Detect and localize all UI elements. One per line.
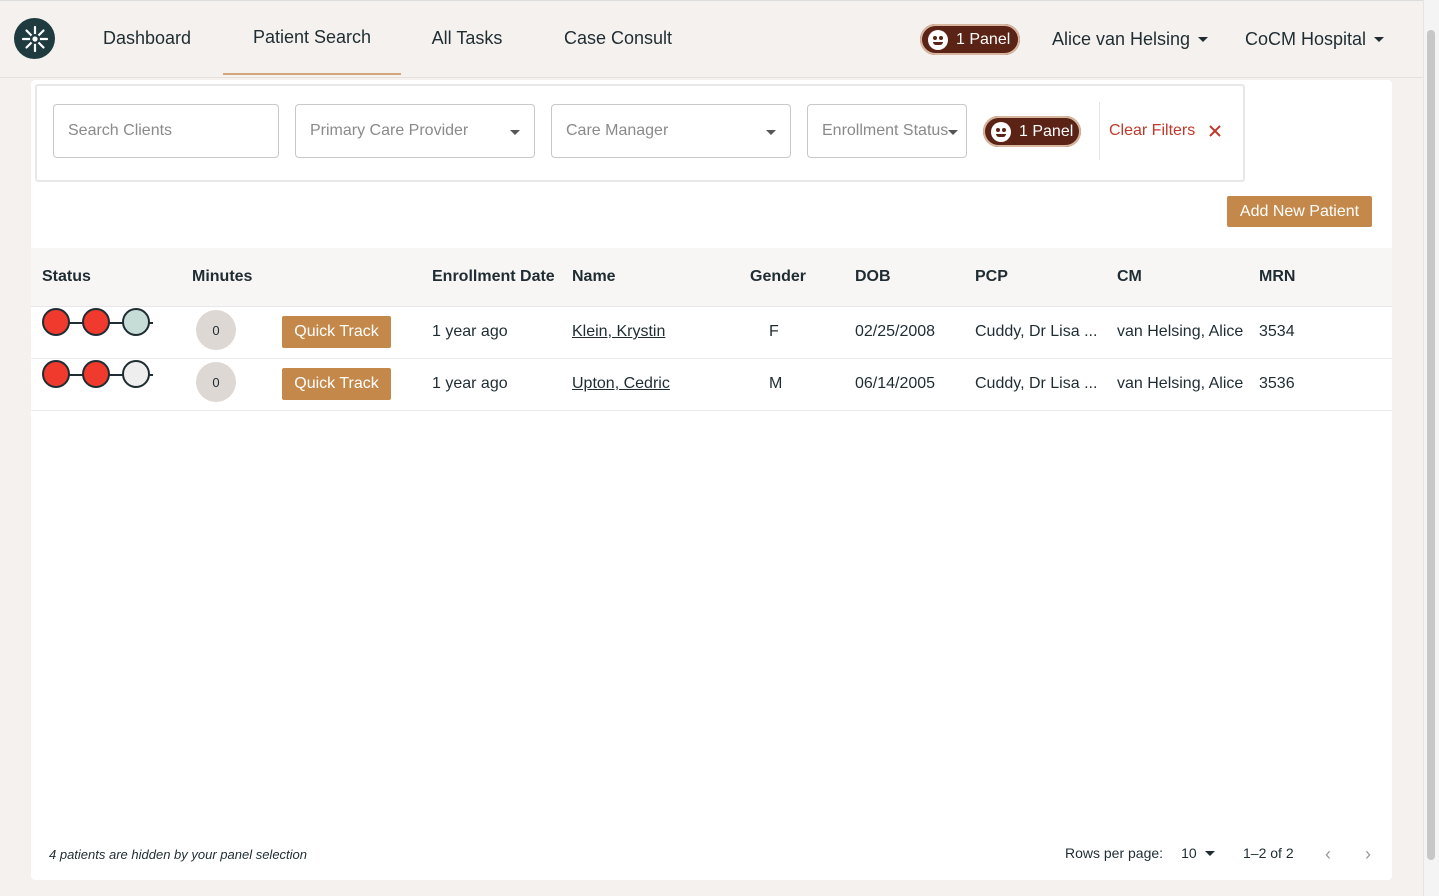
enrollment-placeholder: Enrollment Status — [822, 122, 949, 139]
gender: M — [769, 375, 783, 392]
status-dot — [82, 360, 110, 388]
mrn: 3534 — [1259, 323, 1295, 340]
pcp-select[interactable]: Primary Care Provider — [295, 104, 535, 158]
tab-case-consult[interactable]: Case Consult — [551, 1, 685, 75]
col-mrn[interactable]: MRN — [1259, 248, 1295, 306]
dob: 06/14/2005 — [855, 375, 936, 392]
pcp: Cuddy, Dr Lisa ... — [975, 375, 1098, 392]
cm: van Helsing, Alice — [1117, 375, 1244, 392]
col-gender[interactable]: Gender — [750, 248, 806, 306]
status-dot — [122, 308, 150, 336]
col-name[interactable]: Name — [572, 248, 616, 306]
clear-filters-button[interactable]: Clear Filters — [1099, 102, 1221, 160]
col-cm[interactable]: CM — [1117, 248, 1142, 306]
scrollbar-thumb[interactable] — [1427, 30, 1435, 860]
tab-all-tasks[interactable]: All Tasks — [418, 1, 516, 75]
panel-filter-label: 1 Panel — [1019, 122, 1074, 140]
enrollment-date: 1 year ago — [432, 323, 508, 340]
star-logo-icon — [21, 25, 48, 52]
prev-page-button[interactable]: ‹ — [1318, 844, 1338, 864]
dob: 02/25/2008 — [855, 323, 936, 340]
panel-label: 1 Panel — [956, 30, 1011, 48]
enrollment-status-select[interactable]: Enrollment Status — [807, 104, 967, 158]
panel-selector-button[interactable]: 1 Panel — [920, 24, 1020, 55]
search-placeholder: Search Clients — [68, 122, 173, 139]
enrollment-date: 1 year ago — [432, 375, 508, 392]
org-name: CoCM Hospital — [1245, 28, 1367, 49]
close-icon — [1209, 125, 1221, 137]
app-logo[interactable] — [14, 18, 55, 59]
tab-dashboard[interactable]: Dashboard — [88, 1, 206, 75]
add-new-patient-button[interactable]: Add New Patient — [1227, 196, 1372, 227]
panel-group-icon — [928, 29, 948, 50]
mrn: 3536 — [1259, 375, 1295, 392]
panel-filter-button[interactable]: 1 Panel — [983, 116, 1081, 147]
caret-down-icon — [1374, 36, 1385, 42]
minutes-badge: 0 — [196, 310, 236, 350]
search-clients-input[interactable]: Search Clients — [53, 104, 279, 158]
hidden-patients-note: 4 patients are hidden by your panel sele… — [49, 847, 308, 862]
table-row[interactable]: 0 Quick Track 1 year ago Upton, Cedric M… — [31, 358, 1392, 411]
user-menu[interactable]: Alice van Helsing — [1052, 1, 1209, 77]
table-header: Status Minutes Enrollment Date Name Gend… — [31, 248, 1392, 307]
rows-per-page-value: 10 — [1181, 845, 1197, 861]
cm: van Helsing, Alice — [1117, 323, 1244, 340]
pagination-range: 1–2 of 2 — [1243, 845, 1294, 861]
dropdown-arrow-icon — [510, 130, 520, 135]
patient-name-link[interactable]: Upton, Cedric — [572, 358, 670, 410]
col-enrollment-date[interactable]: Enrollment Date — [432, 248, 555, 306]
status-dot — [82, 308, 110, 336]
gender: F — [769, 323, 779, 340]
col-status[interactable]: Status — [42, 248, 91, 306]
care-manager-select[interactable]: Care Manager — [551, 104, 791, 158]
table-row[interactable]: 0 Quick Track 1 year ago Klein, Krystin … — [31, 306, 1392, 359]
status-dot — [42, 360, 70, 388]
dropdown-arrow-icon — [948, 130, 958, 135]
status-dot — [122, 360, 150, 388]
user-name: Alice van Helsing — [1052, 28, 1191, 49]
page-scrollbar[interactable] — [1423, 0, 1439, 896]
rows-per-page-label: Rows per page: — [1065, 845, 1164, 861]
quick-track-button[interactable]: Quick Track — [282, 368, 391, 400]
top-nav: Dashboard Patient Search All Tasks Case … — [0, 0, 1424, 78]
col-minutes[interactable]: Minutes — [192, 248, 252, 306]
dropdown-arrow-icon — [766, 130, 776, 135]
caret-down-icon — [1204, 850, 1215, 856]
next-page-button[interactable]: › — [1358, 844, 1378, 864]
rows-per-page-select[interactable]: 10 — [1181, 845, 1215, 861]
col-dob[interactable]: DOB — [855, 248, 891, 306]
chevron-right-icon: › — [1365, 843, 1371, 864]
quick-track-button[interactable]: Quick Track — [282, 316, 391, 348]
col-pcp[interactable]: PCP — [975, 248, 1008, 306]
patient-name-link[interactable]: Klein, Krystin — [572, 306, 665, 358]
cm-placeholder: Care Manager — [566, 122, 669, 139]
chevron-left-icon: ‹ — [1325, 843, 1331, 864]
filter-bar: Search Clients Primary Care Provider Car… — [35, 84, 1245, 182]
pcp-placeholder: Primary Care Provider — [310, 122, 469, 139]
status-dot — [42, 308, 70, 336]
minutes-badge: 0 — [196, 362, 236, 402]
panel-group-icon — [991, 121, 1011, 142]
pcp: Cuddy, Dr Lisa ... — [975, 323, 1098, 340]
org-menu[interactable]: CoCM Hospital — [1245, 1, 1385, 77]
patient-search-card: Search Clients Primary Care Provider Car… — [31, 80, 1392, 880]
rows-per-page: Rows per page: 10 — [1065, 845, 1215, 861]
clear-filters-label: Clear Filters — [1109, 122, 1196, 139]
caret-down-icon — [1198, 36, 1209, 42]
tab-patient-search[interactable]: Patient Search — [223, 1, 401, 75]
